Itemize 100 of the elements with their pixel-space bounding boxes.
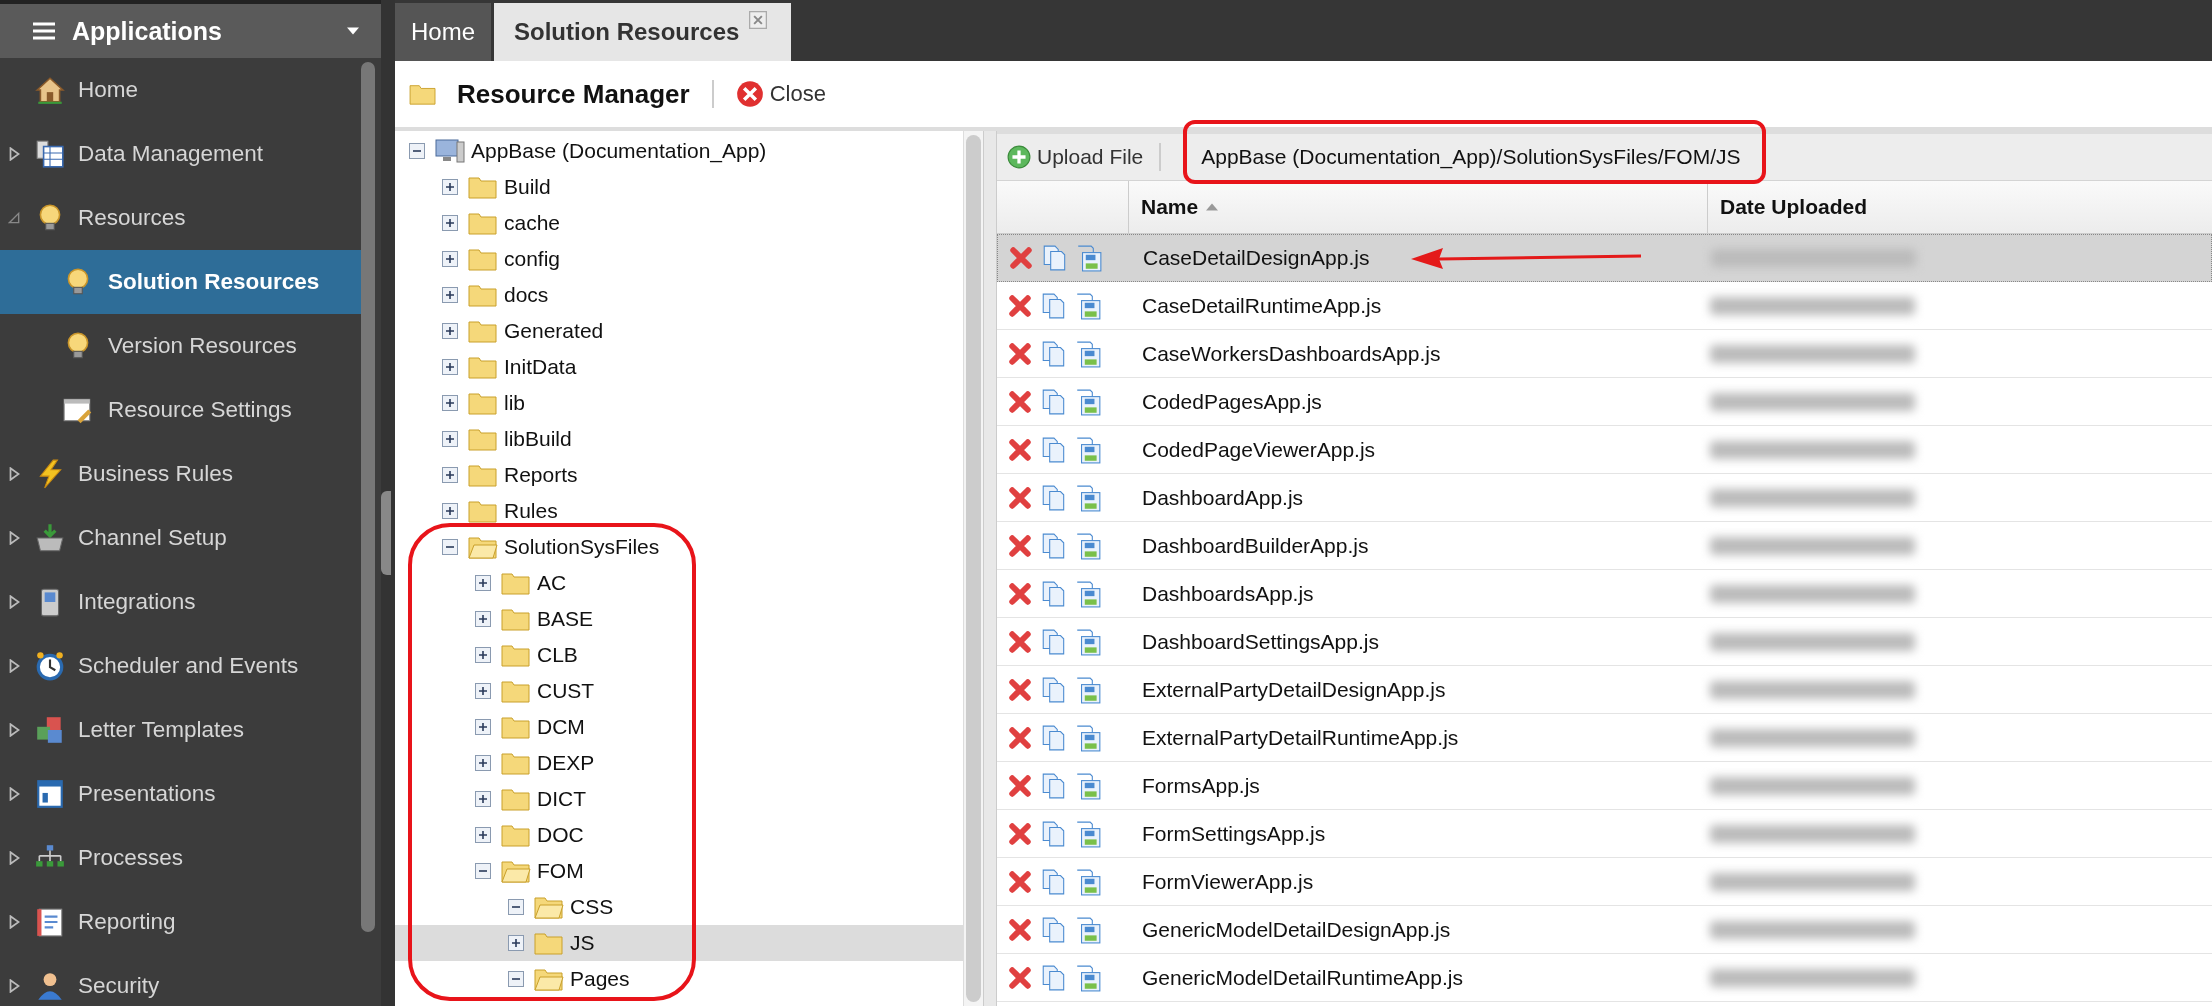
expand-icon[interactable] [442,179,458,195]
tree-item[interactable]: cache [504,211,561,235]
copy-icon[interactable] [1041,627,1067,656]
expand-icon[interactable] [475,755,491,771]
tree-item[interactable]: CLB [537,643,578,667]
save-icon[interactable] [1075,771,1101,800]
tree-item[interactable]: AppBase (Documentation_App) [471,139,767,163]
tree-item[interactable]: Rules [504,499,558,523]
tree-item[interactable]: Generated [504,319,604,343]
copy-icon[interactable] [1041,771,1067,800]
nav-item[interactable]: Home [0,58,361,122]
file-row[interactable]: FormViewerApp.js [997,858,2212,906]
tree-item[interactable]: SolutionSysFiles [504,535,660,559]
copy-icon[interactable] [1041,387,1067,416]
tree-item[interactable]: AC [537,571,567,595]
splitter-handle[interactable] [381,491,391,575]
expand-icon[interactable] [442,467,458,483]
copy-icon[interactable] [1041,867,1067,896]
tree-item[interactable]: lib [504,391,525,415]
nav-item[interactable]: Channel Setup [0,506,361,570]
nav-item[interactable]: Presentations [0,762,361,826]
nav-item[interactable]: Security [0,954,361,1006]
save-icon[interactable] [1075,867,1101,896]
tree-item[interactable]: FOM [537,859,584,883]
upload-button[interactable]: Upload File [1007,145,1144,169]
file-row[interactable]: CaseWorkersDashboardsApp.js [997,330,2212,378]
copy-icon[interactable] [1041,675,1067,704]
save-icon[interactable] [1075,387,1101,416]
save-icon[interactable] [1075,627,1101,656]
expand-icon[interactable] [475,611,491,627]
save-icon[interactable] [1075,963,1101,992]
copy-icon[interactable] [1041,291,1067,320]
tree-item[interactable]: DOC [537,823,584,847]
nav-item[interactable]: Solution Resources [0,250,361,314]
expand-icon[interactable] [475,719,491,735]
file-row[interactable]: DashboardBuilderApp.js [997,522,2212,570]
copy-icon[interactable] [1041,579,1067,608]
copy-icon[interactable] [1041,915,1067,944]
close-icon[interactable] [749,11,768,29]
tree-item[interactable]: Reports [504,463,578,487]
nav-item[interactable]: Resource Settings [0,378,361,442]
save-icon[interactable] [1075,723,1101,752]
file-row[interactable]: GenericModelDetailRuntimeApp.js [997,954,2212,1002]
expand-icon[interactable] [442,323,458,339]
file-row[interactable]: DashboardApp.js [997,474,2212,522]
expand-icon[interactable] [475,683,491,699]
expand-icon[interactable] [475,827,491,843]
nav-item[interactable]: Version Resources [0,314,361,378]
tree-item[interactable]: Pages [570,967,630,991]
collapse-icon[interactable] [475,863,491,879]
column-header[interactable]: Name [1129,181,1708,233]
file-row[interactable]: FormSettingsApp.js [997,810,2212,858]
tree-item[interactable]: CSS [570,895,614,919]
file-row[interactable]: CaseDetailDesignApp.js [997,234,2212,282]
copy-icon[interactable] [1041,483,1067,512]
scrollbar[interactable] [963,131,983,1006]
save-icon[interactable] [1075,675,1101,704]
expand-icon[interactable] [475,791,491,807]
file-row[interactable]: DashboardSettingsApp.js [997,618,2212,666]
tree-item[interactable]: JS [570,931,595,955]
copy-icon[interactable] [1041,531,1067,560]
file-row[interactable]: DashboardsApp.js [997,570,2212,618]
expand-icon[interactable] [475,575,491,591]
copy-icon[interactable] [1041,819,1067,848]
expand-icon[interactable] [475,647,491,663]
column-header[interactable]: Date Uploaded [1708,181,2212,233]
tab[interactable]: Solution Resources [494,3,792,61]
tree-item[interactable]: DICT [537,787,586,811]
nav-item[interactable]: Scheduler and Events [0,634,361,698]
copy-icon[interactable] [1041,435,1067,464]
sidebar-header[interactable]: Applications [0,0,381,58]
save-icon[interactable] [1075,483,1101,512]
expand-icon[interactable] [442,251,458,267]
save-icon[interactable] [1075,339,1101,368]
nav-item[interactable]: Resources [0,186,361,250]
collapse-icon[interactable] [442,539,458,555]
expand-icon[interactable] [442,287,458,303]
expand-icon[interactable] [508,935,524,951]
collapse-icon[interactable] [409,143,425,159]
collapse-icon[interactable] [508,971,524,987]
close-button[interactable]: Close [735,80,826,108]
tree-item[interactable]: CUST [537,679,595,703]
file-row[interactable]: CodedPageViewerApp.js [997,426,2212,474]
expand-icon[interactable] [442,359,458,375]
expand-icon[interactable] [442,503,458,519]
save-icon[interactable] [1075,819,1101,848]
tree-item[interactable]: libBuild [504,427,572,451]
delete-icon[interactable] [1008,244,1034,272]
save-icon[interactable] [1075,579,1101,608]
copy-icon[interactable] [1041,339,1067,368]
tree-item[interactable]: DEXP [537,751,595,775]
tab[interactable]: Home [395,3,492,61]
nav-item[interactable]: Business Rules [0,442,361,506]
tree-item[interactable]: InitData [504,355,577,379]
file-row[interactable]: CodedPagesApp.js [997,378,2212,426]
tree-item[interactable]: config [504,247,561,271]
file-row[interactable]: ExternalPartyDetailRuntimeApp.js [997,714,2212,762]
file-row[interactable]: FormsApp.js [997,762,2212,810]
copy-icon[interactable] [1041,723,1067,752]
tree-item[interactable]: DCM [537,715,585,739]
